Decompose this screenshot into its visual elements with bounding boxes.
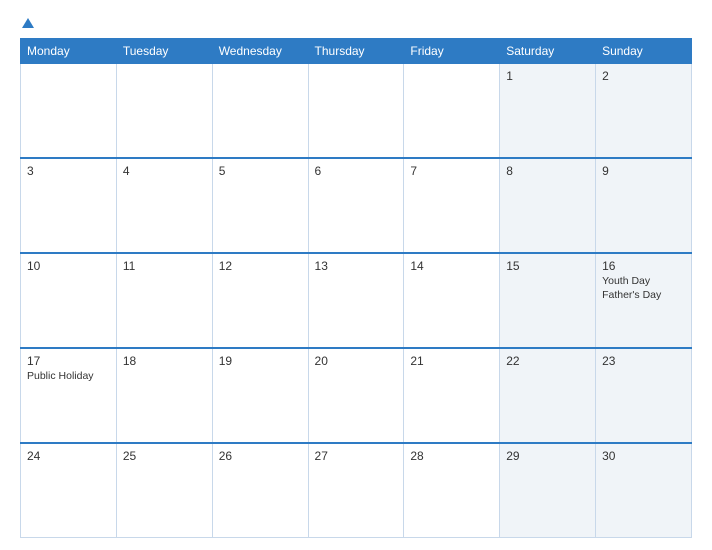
calendar-cell: 8 <box>500 158 596 253</box>
calendar-cell <box>116 64 212 159</box>
calendar-cell: 26 <box>212 443 308 538</box>
calendar-cell: 16 Youth DayFather's Day <box>596 253 692 348</box>
calendar-cell: 22 <box>500 348 596 443</box>
event-label: Father's Day <box>602 289 685 303</box>
day-number: 22 <box>506 354 589 368</box>
calendar-table: Monday Tuesday Wednesday Thursday Friday… <box>20 38 692 538</box>
col-friday: Friday <box>404 39 500 64</box>
day-number: 5 <box>219 164 302 178</box>
calendar-row: 10 11 12 13 14 15 16 Youth DayFather's Day <box>21 253 692 348</box>
col-monday: Monday <box>21 39 117 64</box>
calendar-cell: 12 <box>212 253 308 348</box>
event-label: Youth Day <box>602 275 685 289</box>
col-saturday: Saturday <box>500 39 596 64</box>
calendar-cell: 30 <box>596 443 692 538</box>
day-number: 29 <box>506 449 589 463</box>
calendar-cell: 20 <box>308 348 404 443</box>
calendar-row: 3456789 <box>21 158 692 253</box>
col-tuesday: Tuesday <box>116 39 212 64</box>
day-number: 28 <box>410 449 493 463</box>
day-number: 9 <box>602 164 685 178</box>
calendar-cell: 28 <box>404 443 500 538</box>
day-number: 4 <box>123 164 206 178</box>
calendar-cell: 27 <box>308 443 404 538</box>
day-number: 21 <box>410 354 493 368</box>
day-number: 16 <box>602 259 685 273</box>
calendar-cell <box>212 64 308 159</box>
day-number: 23 <box>602 354 685 368</box>
calendar-cell <box>404 64 500 159</box>
calendar-cell: 14 <box>404 253 500 348</box>
calendar-cell: 23 <box>596 348 692 443</box>
calendar-header-row: Monday Tuesday Wednesday Thursday Friday… <box>21 39 692 64</box>
calendar-cell: 2 <box>596 64 692 159</box>
calendar-cell: 6 <box>308 158 404 253</box>
day-number: 14 <box>410 259 493 273</box>
day-number: 3 <box>27 164 110 178</box>
col-thursday: Thursday <box>308 39 404 64</box>
calendar-cell: 5 <box>212 158 308 253</box>
calendar-cell: 7 <box>404 158 500 253</box>
calendar-cell <box>308 64 404 159</box>
day-number: 12 <box>219 259 302 273</box>
calendar-cell: 19 <box>212 348 308 443</box>
day-number: 18 <box>123 354 206 368</box>
calendar-cell: 18 <box>116 348 212 443</box>
calendar-header <box>20 18 692 28</box>
day-number: 30 <box>602 449 685 463</box>
calendar-cell: 24 <box>21 443 117 538</box>
calendar-cell: 21 <box>404 348 500 443</box>
event-label: Public Holiday <box>27 370 110 384</box>
day-number: 6 <box>315 164 398 178</box>
day-number: 26 <box>219 449 302 463</box>
calendar-cell: 10 <box>21 253 117 348</box>
calendar-cell: 1 <box>500 64 596 159</box>
day-number: 25 <box>123 449 206 463</box>
day-number: 27 <box>315 449 398 463</box>
calendar-cell: 11 <box>116 253 212 348</box>
day-number: 10 <box>27 259 110 273</box>
calendar-row: 17 Public Holiday 18 19 20 21 22 23 <box>21 348 692 443</box>
day-number: 24 <box>27 449 110 463</box>
calendar-row: 12 <box>21 64 692 159</box>
day-number: 2 <box>602 69 685 83</box>
calendar-cell: 9 <box>596 158 692 253</box>
calendar-cell: 4 <box>116 158 212 253</box>
calendar-cell: 15 <box>500 253 596 348</box>
day-number: 13 <box>315 259 398 273</box>
calendar-cell: 25 <box>116 443 212 538</box>
calendar-cell: 3 <box>21 158 117 253</box>
day-number: 17 <box>27 354 110 368</box>
calendar-cell: 13 <box>308 253 404 348</box>
calendar-body: 12345678910111213141516Youth DayFather's… <box>21 64 692 538</box>
col-wednesday: Wednesday <box>212 39 308 64</box>
day-number: 8 <box>506 164 589 178</box>
logo-triangle-icon <box>22 18 34 28</box>
calendar-cell: 29 <box>500 443 596 538</box>
day-number: 20 <box>315 354 398 368</box>
logo <box>20 18 34 28</box>
calendar-row: 24 25 26 27 28 29 30 <box>21 443 692 538</box>
day-number: 15 <box>506 259 589 273</box>
day-number: 19 <box>219 354 302 368</box>
calendar-cell: 17 Public Holiday <box>21 348 117 443</box>
day-number: 7 <box>410 164 493 178</box>
col-sunday: Sunday <box>596 39 692 64</box>
day-number: 11 <box>123 259 206 273</box>
calendar-cell <box>21 64 117 159</box>
day-number: 1 <box>506 69 589 83</box>
calendar-page: Monday Tuesday Wednesday Thursday Friday… <box>0 0 712 550</box>
